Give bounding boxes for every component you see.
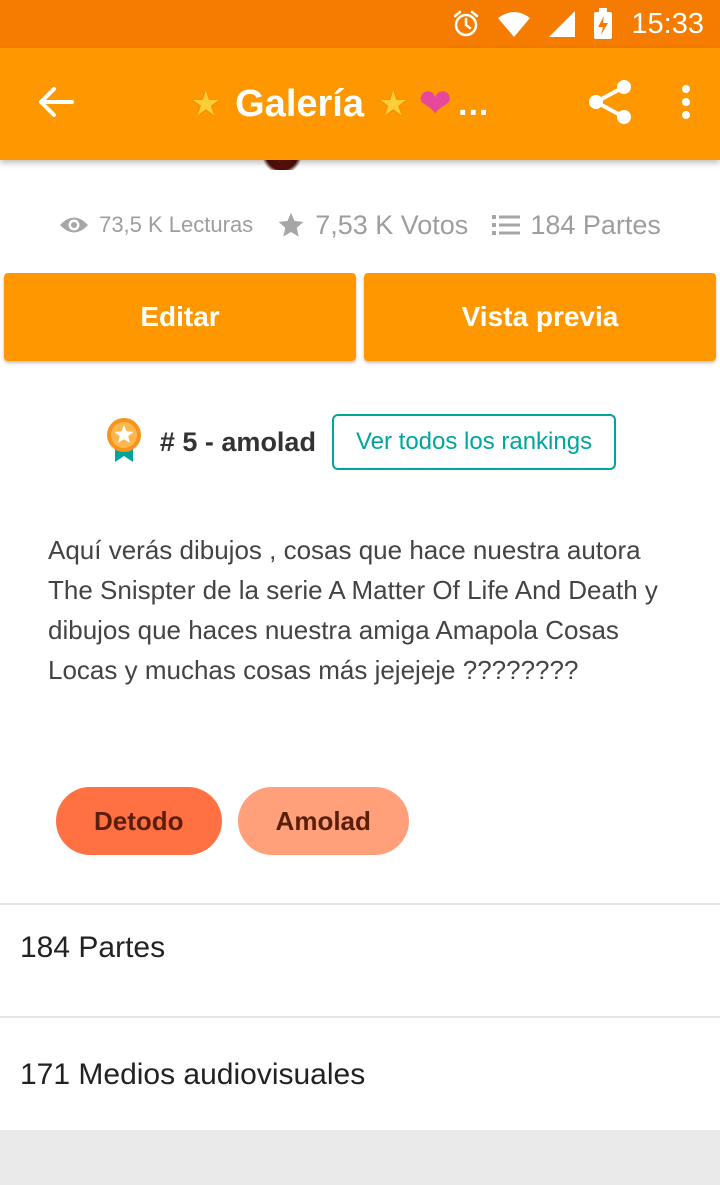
star-icon: [277, 211, 305, 239]
back-button[interactable]: [0, 48, 112, 160]
tag-amolad[interactable]: Amolad: [237, 787, 409, 855]
footer-section: [0, 1130, 720, 1185]
votes-count: 7,53 K Votos: [315, 209, 469, 240]
wifi-icon: [497, 10, 531, 38]
ranking-medal-icon: [104, 416, 144, 469]
status-time: 15:33: [631, 7, 704, 40]
parts-stat: 184 Partes: [492, 210, 661, 241]
see-all-rankings-button[interactable]: Ver todos los rankings: [331, 414, 617, 470]
share-button[interactable]: [564, 48, 656, 160]
media-section-row[interactable]: 171 Medios audiovisuales: [0, 1020, 720, 1130]
share-icon: [586, 78, 634, 131]
tag-detodo[interactable]: Detodo: [56, 787, 222, 855]
star-icon: ★: [190, 85, 222, 123]
page-title: Galería: [235, 82, 364, 125]
action-buttons: Editar Vista previa: [4, 273, 716, 361]
parts-count: 184 Partes: [530, 209, 661, 240]
votes-stat: 7,53 K Votos: [277, 210, 468, 241]
edit-button[interactable]: Editar: [4, 273, 356, 361]
ranking-text: # 5 - amolad: [159, 426, 316, 457]
heart-icon: ❤: [418, 82, 452, 126]
story-description: Aquí verás dibujos , cosas que hace nues…: [48, 535, 658, 685]
back-arrow-icon: [38, 86, 74, 123]
status-bar: 15:33: [0, 0, 720, 48]
parts-section-row[interactable]: 184 Partes: [0, 893, 720, 1003]
alarm-icon: [451, 9, 481, 39]
divider: [0, 1016, 720, 1018]
list-icon: [492, 213, 521, 237]
tag-list: Detodo Amolad: [56, 787, 425, 855]
more-vert-icon: [681, 84, 691, 125]
battery-charging-icon: [593, 8, 613, 40]
star-icon: ★: [378, 85, 409, 123]
preview-button[interactable]: Vista previa: [364, 273, 716, 361]
story-stats: 73,5 K Lecturas 7,53 K Votos 184 Partes: [0, 200, 720, 250]
app-bar: ★ Galería ★ ❤ ...: [0, 48, 720, 160]
app-title-group: ★ Galería ★ ❤ ...: [112, 81, 564, 127]
signal-icon: [547, 9, 577, 39]
reads-count: 73,5 K Lecturas: [99, 212, 254, 237]
reads-stat: 73,5 K Lecturas: [59, 212, 253, 238]
eye-icon: [59, 214, 89, 236]
ranking-row: # 5 - amolad Ver todos los rankings: [0, 412, 720, 472]
more-options-button[interactable]: [656, 48, 716, 160]
title-ellipsis: ...: [458, 84, 490, 123]
